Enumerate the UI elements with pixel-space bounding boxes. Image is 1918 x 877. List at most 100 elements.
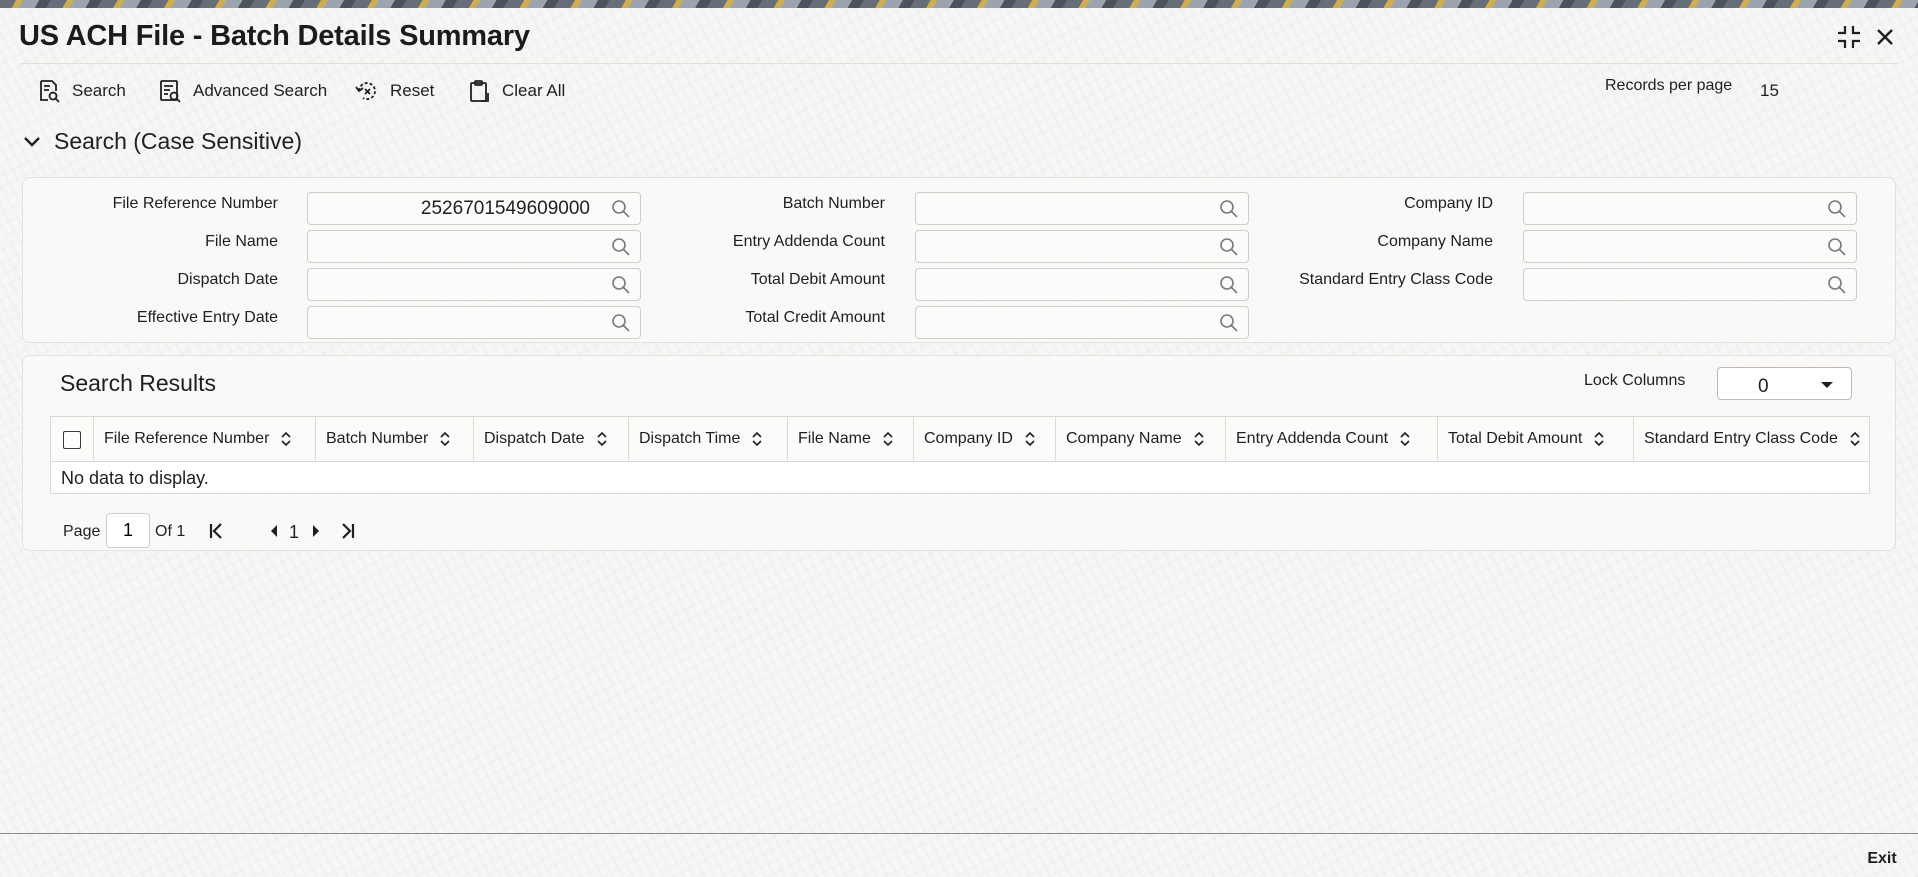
table-header: File Reference Number Batch Number Dispa…	[50, 416, 1870, 462]
records-per-page-label: Records per page	[1605, 77, 1733, 94]
search-button-label: Search	[72, 81, 126, 100]
sort-icon	[1194, 431, 1204, 447]
title-bar: US ACH File - Batch Details Summary	[0, 8, 1918, 64]
search-doc-icon	[36, 78, 62, 104]
column-header-label: Standard Entry Class Code	[1644, 430, 1838, 447]
effective-entry-date-input[interactable]	[307, 306, 641, 339]
search-section-title: Search (Case Sensitive)	[54, 128, 302, 154]
column-header-entry-addenda-count[interactable]: Entry Addenda Count	[1226, 417, 1438, 461]
dispatch-date-label: Dispatch Date	[177, 271, 279, 288]
column-header-label: Total Debit Amount	[1448, 430, 1583, 447]
page-title: US ACH File - Batch Details Summary	[19, 20, 530, 52]
last-page-icon[interactable]	[339, 521, 357, 541]
search-icon[interactable]	[1217, 311, 1241, 335]
column-header-label: Dispatch Time	[639, 430, 741, 447]
clear-all-button-label: Clear All	[502, 81, 566, 100]
results-table: File Reference Number Batch Number Dispa…	[50, 416, 1870, 494]
column-header-file-reference-number[interactable]: File Reference Number	[94, 417, 316, 461]
search-icon[interactable]	[1825, 235, 1849, 259]
select-all-checkbox[interactable]	[63, 431, 81, 449]
file-name-input[interactable]	[307, 230, 641, 263]
total-credit-amount-input[interactable]	[915, 306, 1249, 339]
clear-all-button[interactable]: Clear All	[466, 74, 565, 108]
column-header-dispatch-date[interactable]: Dispatch Date	[474, 417, 629, 461]
search-icon[interactable]	[609, 235, 633, 259]
search-button[interactable]: Search	[36, 74, 126, 108]
search-icon[interactable]	[1825, 197, 1849, 221]
search-section-toggle[interactable]: Search (Case Sensitive)	[22, 128, 302, 155]
column-header-label: File Reference Number	[104, 430, 270, 447]
total-debit-amount-label: Total Debit Amount	[750, 271, 885, 288]
page-number-input[interactable]	[106, 513, 150, 548]
close-icon[interactable]	[1870, 22, 1900, 52]
standard-entry-class-code-input[interactable]	[1523, 268, 1857, 301]
company-id-input[interactable]	[1523, 192, 1857, 225]
records-per-page-value[interactable]: 15	[1760, 81, 1779, 101]
search-icon[interactable]	[1217, 273, 1241, 297]
sort-icon	[1850, 431, 1860, 447]
dispatch-date-input[interactable]	[307, 268, 641, 301]
select-all-cell	[51, 417, 94, 461]
empty-message: No data to display.	[61, 468, 209, 488]
search-icon[interactable]	[609, 197, 633, 221]
batch-number-input[interactable]	[915, 192, 1249, 225]
search-results-title: Search Results	[60, 370, 216, 396]
search-icon[interactable]	[609, 311, 633, 335]
company-name-input[interactable]	[1523, 230, 1857, 263]
entry-addenda-count-label: Entry Addenda Count	[732, 233, 885, 250]
column-header-standard-entry-class-code[interactable]: Standard Entry Class Code	[1634, 417, 1869, 461]
search-panel: File Reference Number File Name Dispatch…	[22, 177, 1896, 343]
sort-icon	[281, 431, 291, 447]
search-icon[interactable]	[1217, 197, 1241, 221]
sort-icon	[1594, 431, 1604, 447]
column-header-label: Dispatch Date	[484, 430, 585, 447]
column-header-total-debit-amount[interactable]: Total Debit Amount	[1438, 417, 1634, 461]
reset-button-label: Reset	[390, 81, 435, 100]
column-header-batch-number[interactable]: Batch Number	[316, 417, 474, 461]
column-header-dispatch-time[interactable]: Dispatch Time	[629, 417, 788, 461]
file-name-label: File Name	[205, 233, 278, 250]
total-debit-amount-input[interactable]	[915, 268, 1249, 301]
reset-icon	[354, 78, 380, 104]
sort-icon	[440, 431, 450, 447]
page-number: 1	[289, 522, 300, 542]
total-credit-amount-label: Total Credit Amount	[745, 309, 885, 326]
next-page-icon[interactable]	[307, 521, 325, 541]
advanced-search-button-label: Advanced Search	[193, 81, 328, 100]
sort-icon	[752, 431, 762, 447]
advanced-search-icon	[157, 78, 183, 104]
sort-icon	[883, 431, 893, 447]
collapse-icon[interactable]	[1834, 22, 1864, 52]
company-name-label: Company Name	[1377, 233, 1493, 250]
first-page-icon[interactable]	[207, 521, 225, 541]
title-divider	[20, 63, 1898, 64]
column-header-label: Company ID	[924, 430, 1013, 447]
chevron-down-icon	[22, 132, 42, 152]
search-icon[interactable]	[609, 273, 633, 297]
column-header-label: Batch Number	[326, 430, 429, 447]
exit-button[interactable]: Exit	[1853, 844, 1911, 874]
column-header-label: Entry Addenda Count	[1236, 430, 1389, 447]
advanced-search-button[interactable]: Advanced Search	[157, 74, 327, 108]
pagination: Page Of 1 1	[63, 513, 463, 549]
search-results-panel: Search Results Lock Columns 0 File Refer…	[22, 355, 1896, 551]
standard-entry-class-code-label: Standard Entry Class Code	[1299, 271, 1493, 288]
entry-addenda-count-input[interactable]	[915, 230, 1249, 263]
file-reference-number-input[interactable]	[307, 192, 641, 225]
page-of-label: Of 1	[155, 523, 186, 540]
search-icon[interactable]	[1825, 273, 1849, 297]
decorative-banner	[0, 0, 1918, 8]
search-icon[interactable]	[1217, 235, 1241, 259]
reset-button[interactable]: Reset	[354, 74, 434, 108]
column-header-file-name[interactable]: File Name	[788, 417, 914, 461]
lock-columns-select[interactable]: 0	[1717, 367, 1852, 400]
column-header-company-id[interactable]: Company ID	[914, 417, 1056, 461]
column-header-label: Company Name	[1066, 430, 1182, 447]
dropdown-caret-icon	[1821, 382, 1833, 388]
file-reference-number-label: File Reference Number	[112, 195, 278, 212]
sort-icon	[1400, 431, 1410, 447]
previous-page-icon[interactable]	[265, 521, 283, 541]
clipboard-icon	[466, 78, 492, 104]
column-header-company-name[interactable]: Company Name	[1056, 417, 1226, 461]
lock-columns-value: 0	[1758, 376, 1769, 397]
